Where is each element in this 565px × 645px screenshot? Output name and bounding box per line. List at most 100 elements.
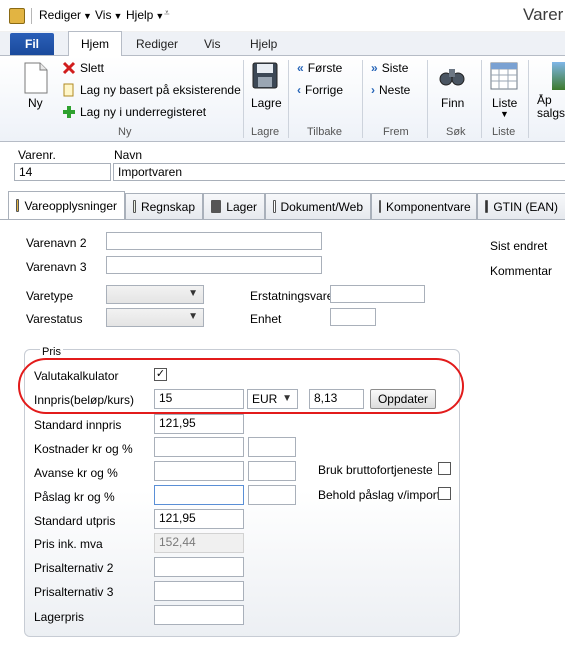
highlight-ellipse bbox=[18, 358, 464, 414]
tab-label: Lager bbox=[226, 199, 257, 214]
separator bbox=[31, 8, 32, 24]
tab-regnskap[interactable]: Regnskap bbox=[125, 193, 203, 219]
last-arrows-icon: » bbox=[371, 61, 378, 75]
paslag-kr-field[interactable] bbox=[154, 485, 244, 505]
varenr-label: Varenr. bbox=[18, 148, 56, 162]
document-icon bbox=[273, 200, 276, 213]
lagre-button[interactable] bbox=[252, 62, 278, 90]
pris-ink-mva-field: 152,44 bbox=[154, 533, 244, 553]
avanse-pct-field[interactable] bbox=[248, 461, 296, 481]
lag-ny-under-label: Lag ny i underregisteret bbox=[80, 105, 207, 119]
varenavn2-field[interactable] bbox=[106, 232, 322, 250]
apne-salgsa-label: Åp salgsa bbox=[537, 94, 565, 120]
erstatningsvare-field[interactable] bbox=[330, 285, 425, 303]
group-separator bbox=[288, 60, 289, 138]
liste-label: Liste bbox=[492, 96, 518, 110]
lagerpris-label: Lagerpris bbox=[34, 610, 85, 624]
enhet-label: Enhet bbox=[250, 312, 282, 326]
group-label-sok: Søk bbox=[446, 126, 466, 138]
tab-dokument-web[interactable]: Dokument/Web bbox=[265, 193, 371, 219]
erstatningsvare-label: Erstatningsvare bbox=[250, 289, 334, 303]
prisalternativ2-field[interactable] bbox=[154, 557, 244, 577]
forste-label: Første bbox=[307, 61, 343, 75]
paslag-pct-field[interactable] bbox=[248, 485, 296, 505]
menu-hjelp[interactable]: Hjelp ▼ bbox=[126, 8, 164, 22]
tab-fil[interactable]: Fil bbox=[10, 33, 54, 55]
liste-dropdown-icon[interactable]: ▼ bbox=[500, 109, 509, 119]
group-label-liste: Liste bbox=[492, 126, 516, 138]
ny-label: Ny bbox=[28, 96, 43, 110]
tab-label: Komponentvare bbox=[386, 199, 471, 214]
prisalternativ2-label: Prisalternativ 2 bbox=[34, 561, 114, 575]
behold-paslag-checkbox[interactable] bbox=[438, 487, 451, 500]
binoculars-icon bbox=[439, 69, 465, 86]
box-icon bbox=[16, 199, 20, 212]
neste-button[interactable]: › Neste bbox=[371, 83, 410, 97]
varenavn3-field[interactable] bbox=[106, 256, 322, 274]
lagre-label: Lagre bbox=[251, 96, 282, 110]
standard-innpris-field[interactable]: 121,95 bbox=[154, 414, 244, 434]
components-icon bbox=[379, 200, 381, 213]
group-separator bbox=[362, 60, 363, 138]
siste-label: Siste bbox=[381, 61, 409, 75]
new-document-icon bbox=[24, 62, 48, 94]
chevron-down-icon: ▼ bbox=[188, 311, 198, 322]
delete-x-icon bbox=[62, 61, 76, 75]
first-arrows-icon: « bbox=[297, 61, 304, 75]
tab-label: Dokument/Web bbox=[280, 199, 363, 214]
liste-button[interactable] bbox=[490, 62, 518, 90]
paslag-label: Påslag kr og % bbox=[34, 490, 115, 504]
standard-innpris-label: Standard innpris bbox=[34, 418, 122, 432]
lagerpris-field[interactable] bbox=[154, 605, 244, 625]
varenr-field[interactable]: 14 bbox=[14, 163, 111, 181]
tab-lager[interactable]: Lager bbox=[203, 193, 265, 219]
tab-vis[interactable]: Vis bbox=[204, 37, 220, 51]
kostnader-kr-field[interactable] bbox=[154, 437, 244, 457]
customize-quick-access-icon[interactable]: ⩡ bbox=[164, 8, 170, 19]
menu-rediger[interactable]: Rediger ▼ bbox=[39, 8, 92, 22]
table-grid-icon bbox=[490, 62, 518, 90]
warehouse-icon bbox=[211, 200, 222, 213]
varestatus-label: Varestatus bbox=[26, 312, 83, 326]
navn-field[interactable]: Importvaren bbox=[113, 163, 565, 181]
kostnader-label: Kostnader kr og % bbox=[34, 442, 133, 456]
tab-komponentvare[interactable]: Komponentvare bbox=[371, 193, 477, 219]
forste-button[interactable]: « Første bbox=[297, 61, 342, 75]
ny-button[interactable] bbox=[22, 62, 52, 94]
menu-vis[interactable]: Vis ▼ bbox=[95, 8, 122, 22]
slett-label: Slett bbox=[80, 61, 105, 75]
lag-ny-basert-button[interactable]: Lag ny basert på eksisterende bbox=[62, 83, 241, 97]
tab-hjelp[interactable]: Hjelp bbox=[250, 37, 277, 51]
tab-hjem[interactable]: Hjem bbox=[68, 31, 122, 57]
neste-label: Neste bbox=[379, 83, 411, 97]
enhet-field[interactable] bbox=[330, 308, 376, 326]
group-label-frem: Frem bbox=[383, 126, 409, 138]
tab-label: Regnskap bbox=[140, 199, 195, 214]
barcode-icon bbox=[485, 200, 489, 213]
tab-gtin-ean[interactable]: GTIN (EAN) bbox=[477, 193, 565, 219]
group-label-lagre: Lagre bbox=[251, 126, 280, 138]
previous-arrow-icon: ‹ bbox=[297, 83, 301, 97]
siste-button[interactable]: » Siste bbox=[371, 61, 408, 75]
slett-button[interactable]: Slett bbox=[62, 61, 104, 75]
save-floppy-icon bbox=[252, 62, 278, 89]
lag-ny-under-button[interactable]: Lag ny i underregisteret bbox=[62, 105, 206, 119]
behold-paslag-label: Behold påslag v/import bbox=[318, 488, 441, 502]
avanse-kr-field[interactable] bbox=[154, 461, 244, 481]
lag-ny-basert-label: Lag ny basert på eksisterende bbox=[80, 83, 241, 97]
group-separator bbox=[528, 60, 529, 138]
salgsa-icon[interactable] bbox=[552, 62, 565, 90]
prisalternativ3-field[interactable] bbox=[154, 581, 244, 601]
group-separator bbox=[427, 60, 428, 138]
tab-vareopplysninger[interactable]: Vareopplysninger bbox=[8, 191, 125, 219]
varenavn2-label: Varenavn 2 bbox=[26, 236, 87, 250]
finn-button[interactable] bbox=[438, 64, 466, 88]
varetype-select[interactable]: ▼ bbox=[106, 285, 204, 304]
varenavn3-label: Varenavn 3 bbox=[26, 260, 87, 274]
bruk-bruttofortjeneste-checkbox[interactable] bbox=[438, 462, 451, 475]
forrige-button[interactable]: ‹ Forrige bbox=[297, 83, 343, 97]
standard-utpris-field[interactable]: 121,95 bbox=[154, 509, 244, 529]
tab-rediger[interactable]: Rediger bbox=[136, 37, 178, 51]
kostnader-pct-field[interactable] bbox=[248, 437, 296, 457]
varestatus-select[interactable]: ▼ bbox=[106, 308, 204, 327]
